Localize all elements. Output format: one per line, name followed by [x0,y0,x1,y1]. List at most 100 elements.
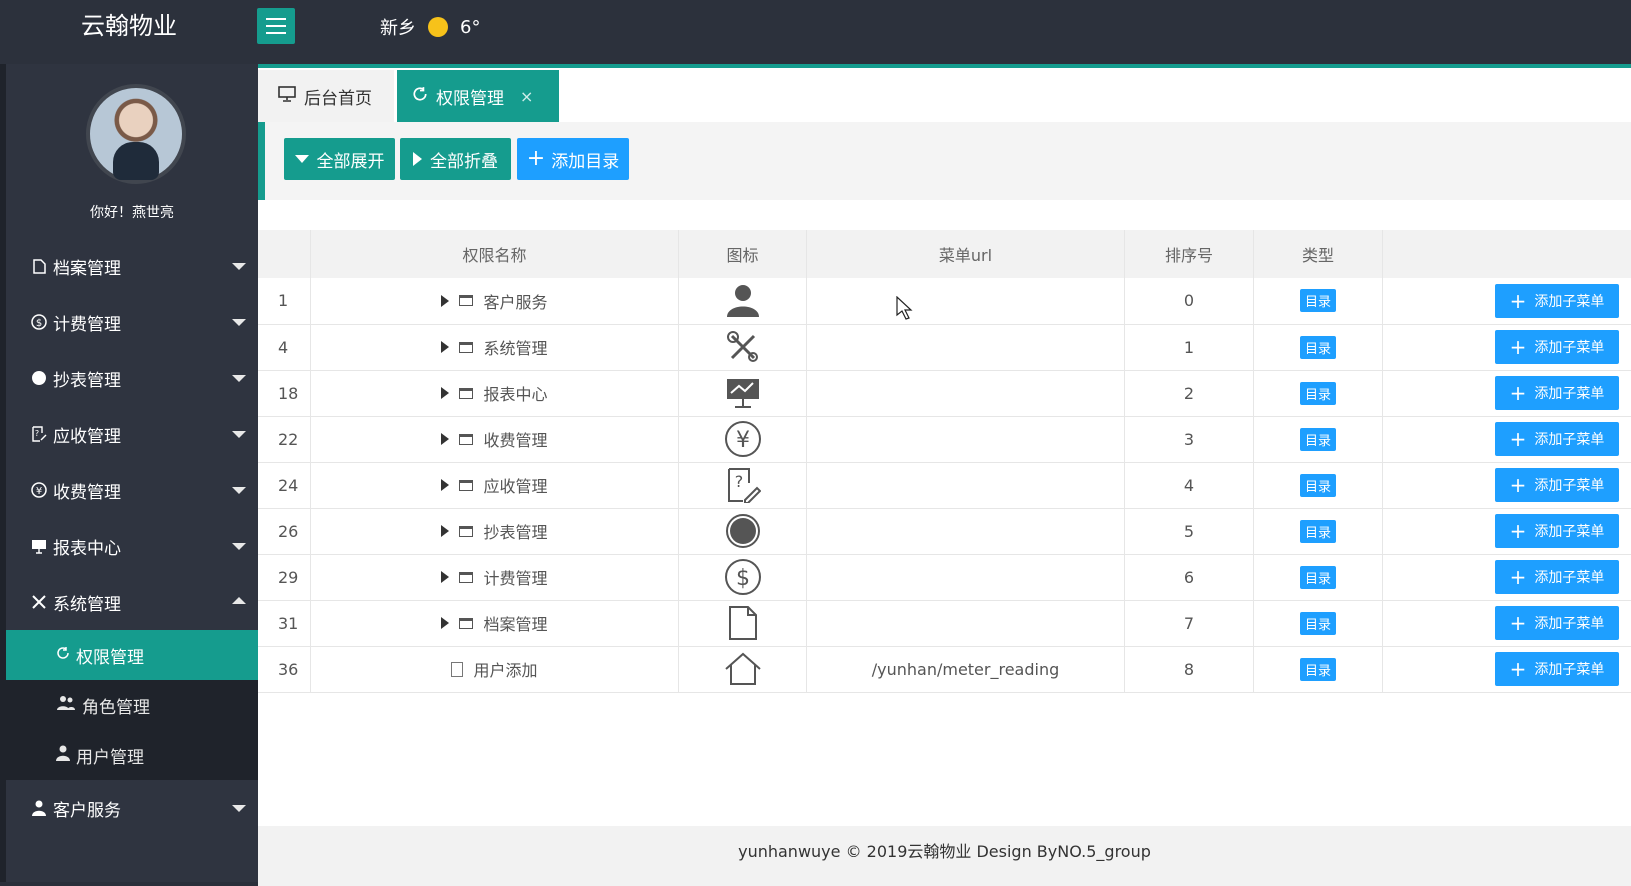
sidebar-item-receivable[interactable]: ? 应收管理 [6,406,258,462]
col-header-order: 排序号 [1125,230,1254,278]
row-name: 档案管理 [483,611,547,635]
row-actions: +添加子菜单 [1383,370,1631,416]
col-header-name: 权限名称 [311,230,679,278]
expand-all-button[interactable]: 全部展开 [284,138,395,180]
add-submenu-button[interactable]: + 添加子菜单 [1495,652,1619,686]
row-type-cell: 目录 [1254,508,1383,554]
expand-arrow-icon[interactable] [441,433,449,445]
expand-arrow-icon[interactable] [441,571,449,583]
col-header-url: 菜单url [807,230,1125,278]
row-url [807,370,1125,416]
expand-arrow-icon[interactable] [441,479,449,491]
add-submenu-button[interactable]: +添加子菜单 [1495,514,1619,548]
add-submenu-button[interactable]: +添加子菜单 [1495,330,1619,364]
table-row: 24 应收管理 ? 4 目录 +添加子菜单 [258,462,1631,508]
sidebar-item-fees[interactable]: ¥ 收费管理 [6,462,258,518]
sidebar-item-label: 报表中心 [53,534,121,559]
folder-icon [459,618,473,629]
close-icon[interactable]: × [520,87,533,106]
sidebar-item-system[interactable]: 系统管理 [6,574,258,630]
tools-icon [31,594,47,610]
row-url [807,278,1125,324]
row-order: 2 [1125,370,1254,416]
sidebar-item-billing[interactable]: $ 计费管理 [6,294,258,350]
chevron-down-icon [232,487,246,494]
folder-icon [459,434,473,445]
sidebar-item-archive[interactable]: 档案管理 [6,238,258,294]
hamburger-icon-line [266,32,286,34]
row-name: 报表中心 [483,381,547,405]
add-submenu-button[interactable]: +添加子菜单 [1495,376,1619,410]
row-url [807,324,1125,370]
main-content: 后台首页 权限管理 × 全部展开 全部折叠 + 添加目录 权限名称 [258,64,1631,882]
expand-arrow-icon[interactable] [441,617,449,629]
plus-icon: + [527,148,545,170]
row-type-cell: 目录 [1254,554,1383,600]
table-row: 36 用户添加 /yunhan/meter_reading 8 目录 +添加子菜… [258,646,1631,692]
circle-icon [31,370,47,386]
row-order: 6 [1125,554,1254,600]
row-actions: +添加子菜单 [1383,462,1631,508]
sidebar-item-users[interactable]: 用户管理 [6,730,258,780]
folder-icon [459,295,473,306]
sidebar-item-permissions[interactable]: 权限管理 [6,630,258,680]
expand-arrow-icon[interactable] [441,341,449,353]
plus-icon: + [1510,659,1527,679]
svg-text:?: ? [734,472,743,491]
presentation-icon [31,538,47,554]
row-type-cell: 目录 [1254,324,1383,370]
add-submenu-button[interactable]: +添加子菜单 [1495,422,1619,456]
tab-permissions[interactable]: 权限管理 × [397,70,559,122]
plus-icon: + [1510,521,1527,541]
dollar-icon: $ [31,314,47,330]
add-submenu-button[interactable]: +添加子菜单 [1495,284,1619,318]
row-actions: + 添加子菜单 [1383,646,1631,692]
plus-icon: + [1510,475,1527,495]
row-id: 36 [258,646,311,692]
row-actions: +添加子菜单 [1383,554,1631,600]
menu-toggle-button[interactable] [257,8,295,44]
row-name-cell: 系统管理 [311,324,679,370]
chevron-down-icon [232,375,246,382]
top-bar: 云翰物业 新乡 6° [0,0,1631,64]
type-badge: 目录 [1300,658,1336,681]
table-row: 4 系统管理 1 目录 +添加子菜单 [258,324,1631,370]
monitor-icon [278,86,296,106]
sidebar-subitem-label: 角色管理 [82,693,150,718]
yen-icon: ¥ [679,416,807,462]
sidebar-item-reports[interactable]: 报表中心 [6,518,258,574]
sidebar-item-meter[interactable]: 抄表管理 [6,350,258,406]
expand-arrow-icon[interactable] [441,295,449,307]
sidebar-item-label: 收费管理 [53,478,121,503]
row-type-cell: 目录 [1254,416,1383,462]
add-submenu-button[interactable]: +添加子菜单 [1495,606,1619,640]
row-name: 客户服务 [483,289,547,313]
expand-arrow-icon[interactable] [441,525,449,537]
add-directory-button[interactable]: + 添加目录 [517,138,629,180]
row-id: 24 [258,462,311,508]
tab-label: 后台首页 [304,84,372,109]
footer: yunhanwuye © 2019云翰物业 Design ByNO.5_grou… [258,826,1631,886]
sidebar-item-roles[interactable]: 角色管理 [6,680,258,730]
col-header-icon: 图标 [679,230,807,278]
chevron-up-icon [232,597,246,604]
weather-widget: 新乡 6° [380,14,480,40]
sidebar-item-customer-service[interactable]: 客户服务 [6,780,258,836]
tab-home[interactable]: 后台首页 [258,70,394,122]
svg-text:?: ? [35,429,39,438]
circle-icon [679,508,807,554]
collapse-all-button[interactable]: 全部折叠 [400,138,511,180]
tab-label: 权限管理 [436,84,504,109]
folder-icon [459,480,473,491]
row-actions: +添加子菜单 [1383,600,1631,646]
permissions-table: 权限名称 图标 菜单url 排序号 类型 1 客户服务 0 目录 +添加子菜单 … [258,230,1631,693]
expand-arrow-icon[interactable] [441,387,449,399]
button-label: 添加子菜单 [1534,659,1604,679]
plus-icon: + [1510,383,1527,403]
add-submenu-button[interactable]: +添加子菜单 [1495,468,1619,502]
add-submenu-button[interactable]: +添加子菜单 [1495,560,1619,594]
sidebar-item-label: 计费管理 [53,310,121,335]
row-id: 26 [258,508,311,554]
svg-text:¥: ¥ [736,428,750,453]
row-type-cell: 目录 [1254,370,1383,416]
